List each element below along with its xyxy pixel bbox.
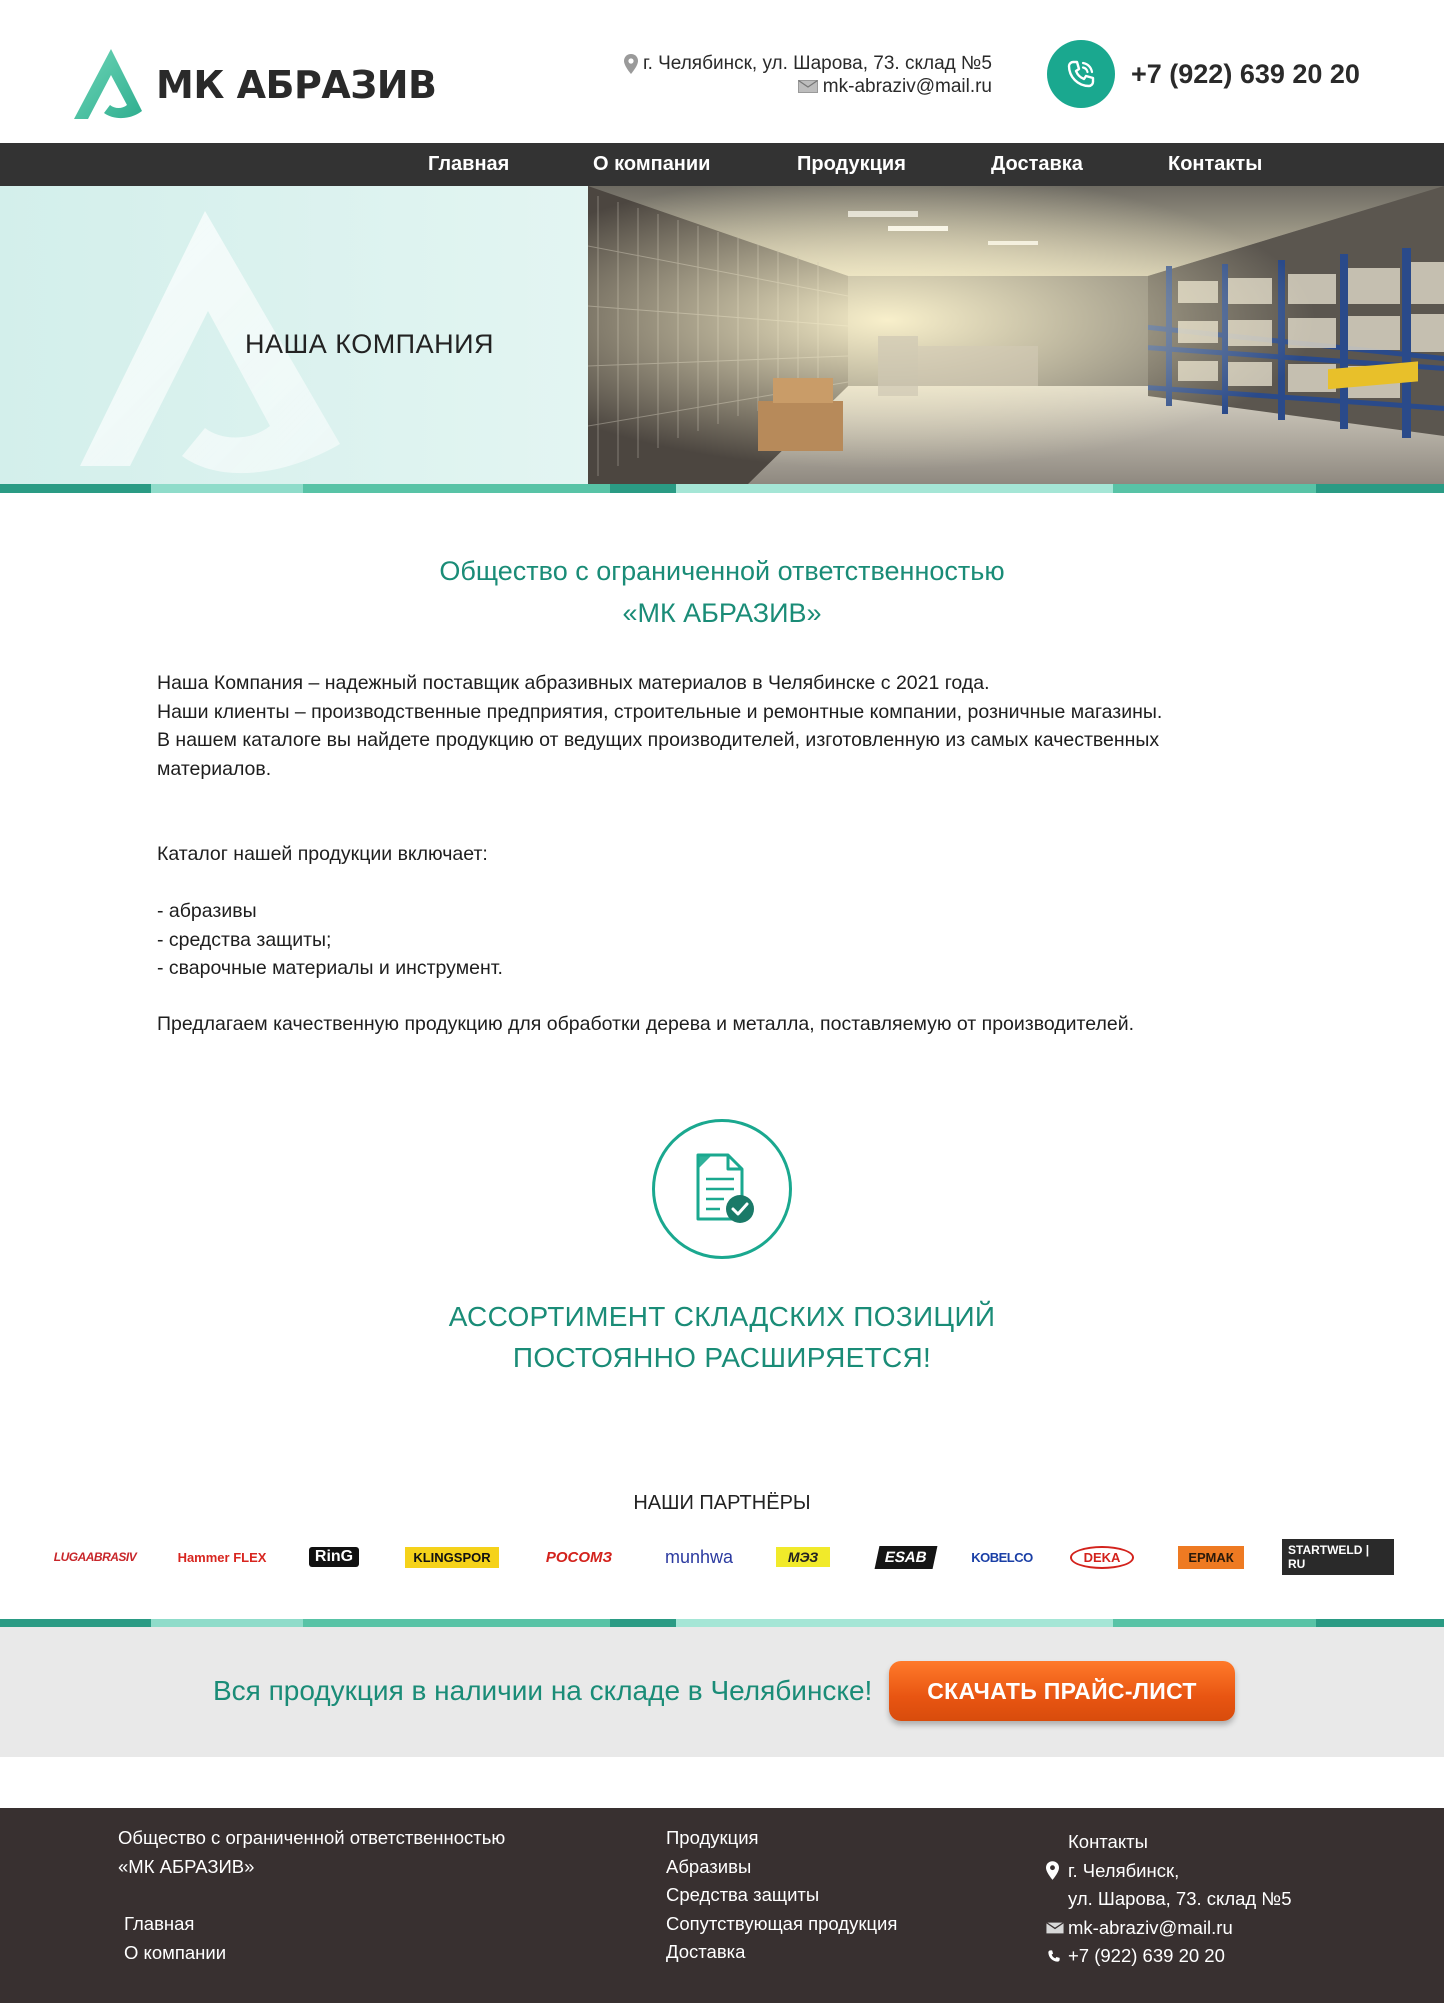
footer-link-protection[interactable]: Средства защиты — [666, 1881, 897, 1910]
footer-email-row[interactable]: mk-abraziv@mail.ru — [1046, 1914, 1292, 1943]
catalog-item: - средства защиты; — [157, 928, 332, 951]
assortment-banner: АССОРТИМЕНТ СКЛАДСКИХ ПОЗИЦИЙ ПОСТОЯННО … — [0, 1296, 1444, 1378]
partner-logo-text: KLINGSPOR — [405, 1546, 499, 1568]
partner-logo-text: МЭЗ — [775, 1547, 831, 1567]
partner-logo-text: munhwa — [664, 1546, 734, 1567]
footer-street-row: ул. Шарова, 73. склад №5 — [1046, 1885, 1292, 1914]
footer-nav-left: Главная О компании — [124, 1910, 226, 1967]
intro-line: Наша Компания – надежный поставщик абраз… — [157, 672, 990, 694]
nav-item-about[interactable]: О компании — [593, 143, 710, 186]
partner-logo-deka[interactable]: DEKA — [1069, 1541, 1135, 1573]
intro-line: В нашем каталоге вы найдете продукцию от… — [157, 729, 1160, 751]
partner-logo-kobelco[interactable]: KOBELCO — [970, 1541, 1034, 1573]
catalog-list: - абразивы - средства защиты; - сварочны… — [157, 897, 1265, 983]
footer-link-home[interactable]: Главная — [124, 1910, 226, 1939]
assortment-line2: ПОСТОЯННО РАСШИРЯЕТСЯ! — [512, 1342, 932, 1373]
header-contacts: г. Челябинск, ул. Шарова, 73. склад №5 m… — [623, 52, 992, 98]
partners-title: НАШИ ПАРТНЁРЫ — [633, 1492, 811, 1514]
header-phone-number[interactable]: +7 (922) 639 20 20 — [1131, 59, 1360, 90]
document-check-icon — [652, 1119, 792, 1259]
catalog-item: - сварочные материалы и инструмент. — [157, 957, 503, 979]
nav-item-contacts[interactable]: Контакты — [1168, 143, 1262, 186]
partner-logo-text: ЕРМАК — [1178, 1545, 1244, 1569]
footer-company: Общество с ограниченной ответственностью… — [118, 1824, 505, 1881]
nav-item-delivery[interactable]: Доставка — [991, 143, 1083, 186]
header-phone[interactable]: +7 (922) 639 20 20 — [1047, 40, 1360, 108]
catalog-heading: Каталог нашей продукции включает: — [157, 843, 488, 865]
partner-logo-ring[interactable]: RinG — [298, 1541, 370, 1573]
footer-phone[interactable]: +7 (922) 639 20 20 — [1068, 1942, 1225, 1971]
company-legal-line1: Общество с ограниченной ответственностью — [439, 556, 1005, 586]
partner-logo-text: LUGAABRASIV — [53, 1550, 137, 1564]
header-address: г. Челябинск, ул. Шарова, 73. склад №5 — [623, 52, 992, 75]
company-intro: Наша Компания – надежный поставщик абраз… — [157, 669, 1265, 783]
footer-city: г. Челябинск, — [1068, 1859, 1180, 1881]
header-email-text[interactable]: mk-abraziv@mail.ru — [823, 75, 992, 98]
hero-title: НАША КОМПАНИЯ — [245, 329, 494, 359]
footer-link-delivery[interactable]: Доставка — [666, 1938, 897, 1967]
catalog-item: - абразивы — [157, 900, 257, 922]
company-legal-line2: «МК АБРАЗИВ» — [622, 598, 822, 628]
warehouse-illustration — [588, 186, 1444, 484]
phone-icon — [1047, 40, 1115, 108]
footer-contacts: Контакты г. Челябинск, ул. Шарова, 73. с… — [1046, 1828, 1292, 1971]
header-email[interactable]: mk-abraziv@mail.ru — [624, 75, 992, 98]
partner-logo-klingspor[interactable]: KLINGSPOR — [398, 1541, 506, 1573]
nav-item-home[interactable]: Главная — [428, 143, 509, 186]
main-nav: Главная О компании Продукция Доставка Ко… — [0, 143, 1444, 186]
footer-city-row: г. Челябинск, — [1046, 1857, 1292, 1886]
partner-logo-lugaabrasiv[interactable]: LUGAABRASIV — [44, 1541, 146, 1573]
closing-text: Предлагаем качественную продукцию для об… — [157, 1013, 1134, 1035]
partner-logo-esab[interactable]: ESAB — [874, 1541, 938, 1573]
partner-logo-text: STARTWELD | RU — [1282, 1539, 1394, 1575]
hero-banner: НАША КОМПАНИЯ — [0, 186, 1444, 484]
site-header: МК АБРАЗИВ г. Челябинск, ул. Шарова, 73.… — [0, 0, 1444, 143]
partner-logo-startweld[interactable]: STARTWELD | RU — [1282, 1539, 1394, 1575]
partner-logo-ermak[interactable]: ЕРМАК — [1169, 1541, 1253, 1573]
assortment-line1: АССОРТИМЕНТ СКЛАДСКИХ ПОЗИЦИЙ — [448, 1301, 996, 1332]
logo-text: МК АБРАЗИВ — [156, 63, 437, 107]
partner-logo-text: KOBELCO — [971, 1549, 1033, 1565]
map-pin-icon — [623, 53, 638, 74]
company-legal-title: Общество с ограниченной ответственностью… — [0, 550, 1444, 634]
mail-icon — [1046, 1921, 1068, 1934]
footer-phone-row[interactable]: +7 (922) 639 20 20 — [1046, 1942, 1292, 1971]
mail-icon — [797, 80, 818, 93]
nav-item-products[interactable]: Продукция — [797, 143, 906, 186]
header-address-text: г. Челябинск, ул. Шарова, 73. склад №5 — [642, 53, 992, 74]
site-footer: Общество с ограниченной ответственностью… — [0, 1808, 1444, 2003]
intro-line: Наши клиенты – производственные предприя… — [157, 700, 1163, 723]
footer-contacts-title-row: Контакты — [1046, 1828, 1292, 1857]
partner-logo-hammer[interactable]: Hammer FLEX — [172, 1541, 272, 1573]
footer-link-products[interactable]: Продукция — [666, 1824, 897, 1853]
cta-text: Вся продукция в наличии на складе в Челя… — [213, 1675, 873, 1706]
partner-logo-text: DEKA — [1069, 1545, 1135, 1569]
partner-logo-rosomz[interactable]: РОСОМЗ — [533, 1541, 625, 1573]
hero-left-panel: НАША КОМПАНИЯ — [0, 186, 588, 484]
footer-nav-products: Продукция Абразивы Средства защиты Сопут… — [666, 1824, 897, 1967]
footer-legal-line1: Общество с ограниченной ответственностью — [118, 1827, 506, 1848]
map-pin-icon — [1046, 1861, 1068, 1881]
partner-logo-mez[interactable]: МЭЗ — [771, 1541, 835, 1573]
footer-legal-line2: «МК АБРАЗИВ» — [118, 1855, 255, 1877]
hero-bottom-stripe — [0, 484, 1444, 493]
price-list-cta: Вся продукция в наличии на складе в Челя… — [0, 1627, 1444, 1757]
warehouse-photo — [588, 186, 1444, 484]
logo-mark-icon — [74, 49, 142, 119]
footer-contacts-title[interactable]: Контакты — [1068, 1828, 1148, 1857]
partner-logo-munhwa[interactable]: munhwa — [657, 1541, 741, 1573]
partner-logo-text: Hammer FLEX — [177, 1549, 267, 1565]
footer-link-related-products[interactable]: Сопутствующая продукция — [666, 1910, 897, 1939]
partner-logo-text: РОСОМЗ — [545, 1548, 613, 1566]
phone-icon — [1046, 1948, 1068, 1964]
footer-email[interactable]: mk-abraziv@mail.ru — [1068, 1914, 1233, 1943]
partner-logo-text: RinG — [308, 1547, 360, 1567]
partner-logo-text: ESAB — [874, 1545, 938, 1569]
footer-street: ул. Шарова, 73. склад №5 — [1068, 1888, 1292, 1909]
footer-link-about[interactable]: О компании — [124, 1939, 226, 1968]
download-price-list-button[interactable]: СКАЧАТЬ ПРАЙС-ЛИСТ — [889, 1661, 1235, 1721]
site-logo[interactable]: МК АБРАЗИВ — [70, 47, 437, 123]
footer-link-abrasives[interactable]: Абразивы — [666, 1853, 897, 1882]
intro-line: материалов. — [157, 757, 272, 780]
